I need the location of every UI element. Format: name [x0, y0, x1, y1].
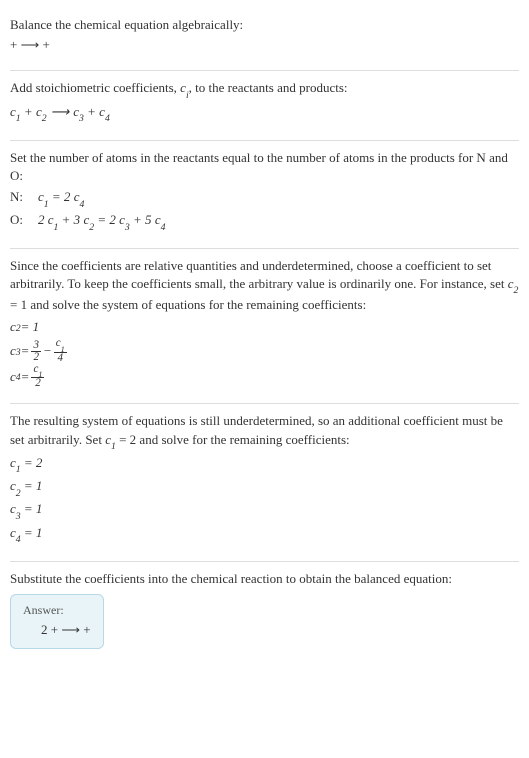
balanced-equation: 2 + ⟶ +: [23, 622, 91, 638]
n-eq: = 2: [49, 189, 74, 204]
solve-line-c4: c4 = c12: [10, 364, 519, 390]
section-title: Set the number of atoms in the reactants…: [10, 149, 519, 185]
c2-rest: = 1: [21, 316, 40, 338]
title-b: = 1 and solve the system of equations fo…: [10, 297, 366, 312]
v: = 1: [21, 525, 43, 540]
c1-var: c: [10, 104, 16, 119]
unbalanced-equation: + ⟶ +: [10, 36, 519, 54]
o-s4: 4: [161, 222, 166, 233]
n-rhs-s: 4: [79, 199, 84, 210]
o-p4: + 5: [130, 212, 155, 227]
section-solve-first: Since the coefficients are relative quan…: [10, 249, 519, 405]
section-balance: Balance the chemical equation algebraica…: [10, 8, 519, 71]
result-c2: c2 = 1: [10, 477, 519, 498]
element-label-n: N:: [10, 187, 38, 210]
c4-sub: 4: [105, 113, 110, 124]
ci-sub: i: [186, 90, 189, 101]
title-b: = 2 and solve for the remaining coeffici…: [116, 432, 350, 447]
o-equation: 2 c1 + 3 c2 = 2 c3 + 5 c4: [38, 210, 165, 233]
frac-den: 4: [54, 353, 67, 364]
cv-s: 2: [514, 285, 519, 296]
c: c: [10, 455, 16, 470]
element-label-o: O:: [10, 210, 38, 233]
cv: c2: [508, 276, 519, 291]
plus2: +: [84, 104, 99, 119]
section-title: Substitute the coefficients into the che…: [10, 570, 519, 588]
section-solve-second: The resulting system of equations is sti…: [10, 404, 519, 561]
fn-s: 1: [61, 345, 65, 354]
solve-line-c3: c 3 = 32 − c14: [10, 338, 519, 364]
section-title: Balance the chemical equation algebraica…: [10, 16, 519, 34]
section-title: Since the coefficients are relative quan…: [10, 257, 519, 315]
result-c3: c3 = 1: [10, 500, 519, 521]
c: c: [10, 478, 16, 493]
o-s1: 1: [54, 222, 59, 233]
balance-row-n: N: c1 = 2 c4: [10, 187, 519, 210]
v: = 2: [21, 455, 43, 470]
o-s2: 2: [89, 222, 94, 233]
n-lhs-s: 1: [44, 199, 49, 210]
c: c: [10, 501, 16, 516]
frac-den: 2: [31, 378, 44, 389]
n-lhs-c: c: [38, 189, 44, 204]
c3-s: 3: [16, 345, 21, 362]
section-title: Add stoichiometric coefficients, ci, to …: [10, 79, 519, 100]
c4-s: 4: [16, 370, 21, 387]
title-part-b: , to the reactants and products:: [189, 80, 348, 95]
s: 1: [16, 464, 21, 475]
ci-var: ci: [180, 80, 189, 95]
frac-num: c1: [54, 338, 67, 352]
s: 3: [16, 511, 21, 522]
fraction-c1-2: c12: [31, 364, 44, 390]
c2-sub: 2: [42, 113, 47, 124]
s: 4: [16, 534, 21, 545]
fn-s: 1: [38, 370, 42, 379]
c2-s: 2: [16, 321, 21, 338]
eq-text: + ⟶ +: [10, 37, 50, 52]
cv: c1: [105, 432, 116, 447]
cv-s: 1: [111, 441, 116, 452]
result-c4: c4 = 1: [10, 524, 519, 545]
o-p2: + 3: [58, 212, 83, 227]
section-answer: Substitute the coefficients into the che…: [10, 562, 519, 663]
result-c1: c1 = 2: [10, 454, 519, 475]
c1-sub: 1: [16, 113, 21, 124]
c3-eq: =: [21, 340, 30, 362]
answer-label: Answer:: [23, 603, 91, 618]
section-atom-balance: Set the number of atoms in the reactants…: [10, 141, 519, 249]
cv-c: c: [508, 276, 514, 291]
s: 2: [16, 488, 21, 499]
plus1: +: [21, 104, 36, 119]
o-c1: c: [48, 212, 54, 227]
frac-num: c1: [31, 364, 44, 378]
solve-line-c2: c2 = 1: [10, 316, 519, 338]
minus: −: [43, 340, 52, 362]
title-a: Since the coefficients are relative quan…: [10, 258, 508, 291]
v: = 1: [21, 478, 43, 493]
fraction-c1-4: c14: [54, 338, 67, 364]
frac-den: 2: [31, 352, 41, 363]
c: c: [10, 525, 16, 540]
o-p1: 2: [38, 212, 48, 227]
fn-c: c: [56, 337, 61, 349]
o-p3: = 2: [94, 212, 119, 227]
coefficient-equation: c1 + c2 ⟶ c3 + c4: [10, 103, 519, 124]
frac-num: 3: [31, 340, 41, 352]
arrow-icon: ⟶: [51, 103, 70, 121]
section-coefficients: Add stoichiometric coefficients, ci, to …: [10, 71, 519, 140]
o-c4: c: [155, 212, 161, 227]
v: = 1: [21, 501, 43, 516]
c3-sub: 3: [79, 113, 84, 124]
title-part-a: Add stoichiometric coefficients,: [10, 80, 180, 95]
balance-row-o: O: 2 c1 + 3 c2 = 2 c3 + 5 c4: [10, 210, 519, 233]
c2-var: c: [36, 104, 42, 119]
n-equation: c1 = 2 c4: [38, 187, 84, 210]
answer-box: Answer: 2 + ⟶ +: [10, 594, 104, 649]
fraction-3-2: 32: [31, 340, 41, 363]
o-s3: 3: [125, 222, 130, 233]
c4-eq: =: [21, 366, 30, 388]
section-title: The resulting system of equations is sti…: [10, 412, 519, 451]
